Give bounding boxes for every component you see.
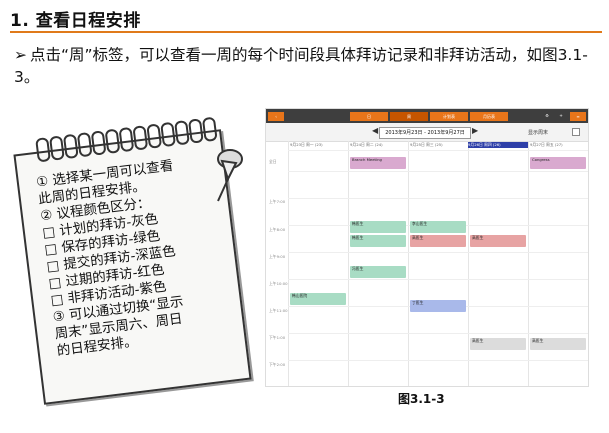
prev-week-icon[interactable]: ◀ xyxy=(372,126,378,135)
settings-icon[interactable]: ⚙ xyxy=(542,112,552,120)
time-label: 上午8:00 xyxy=(269,227,286,232)
menu-button[interactable]: ≡ xyxy=(570,112,586,121)
time-label: 下午1:00 xyxy=(269,335,286,340)
date-range-picker[interactable]: 2013年9月23日 - 2013年9月27日 xyxy=(379,127,471,139)
event-block[interactable]: 高医生 xyxy=(470,235,526,247)
tab-week[interactable]: 周 xyxy=(390,112,428,121)
day-header-today: 9月26日 周四 (26) xyxy=(468,142,528,148)
instruction-text: 点击“周”标签，可以查看一周的每个时间段具体拜访记录和非拜访活动，如图3.1-3… xyxy=(14,46,588,86)
week-grid: 9月23日 周一 (23) 9月24日 周二 (24) 9月25日 周三 (25… xyxy=(266,141,588,386)
figure-caption: 图3.1-3 xyxy=(398,392,445,406)
time-label: 下午2:00 xyxy=(269,362,286,367)
calendar-screenshot: ‹ 日 周 计划表 月历表 ⚙ + ≡ ◀ 2013年9月23日 - 2013年… xyxy=(265,108,589,387)
back-button[interactable]: ‹ xyxy=(268,112,284,121)
show-weekend-checkbox[interactable] xyxy=(572,128,580,136)
time-label: 上午9:00 xyxy=(269,254,286,259)
event-block[interactable]: 高医生 xyxy=(470,338,526,350)
day-header: 9月27日 周五 (27) xyxy=(530,142,563,147)
day-header: 9月24日 周二 (24) xyxy=(350,142,383,147)
tab-plan[interactable]: 计划表 xyxy=(430,112,468,121)
event-block[interactable]: 韩山医院 xyxy=(290,293,346,305)
event-block[interactable]: 韩医生 xyxy=(350,235,406,247)
week-navbar: ◀ 2013年9月23日 - 2013年9月27日 ▶ 显示周末 xyxy=(266,123,588,142)
tab-month[interactable]: 月历表 xyxy=(470,112,508,121)
tab-day[interactable]: 日 xyxy=(350,112,388,121)
add-icon[interactable]: + xyxy=(556,112,566,120)
heading-underline xyxy=(10,31,602,33)
event-block[interactable]: Congress xyxy=(530,157,586,169)
show-weekend-label: 显示周末 xyxy=(528,130,549,136)
day-header: 9月23日 周一 (23) xyxy=(290,142,323,147)
event-block[interactable]: 冯医生 xyxy=(350,266,406,278)
arrow-bullet-icon: ➢ xyxy=(14,46,27,64)
time-label: 上午11:00 xyxy=(269,308,288,313)
section-heading: 1. 查看日程安排 xyxy=(10,11,141,31)
notepad-illustration: ① 选择某一周可以查看 此周的日程安排。 ② 议程颜色区分： □ 计划的拜访-灰… xyxy=(13,116,252,405)
day-header: 9月25日 周三 (25) xyxy=(410,142,443,147)
event-block[interactable]: Branch Meeting xyxy=(350,157,406,169)
time-label: 上午7:00 xyxy=(269,199,286,204)
time-label: 上午10:00 xyxy=(269,281,288,286)
event-block[interactable]: 高医生 xyxy=(530,338,586,350)
event-block[interactable]: 高医生 xyxy=(410,235,466,247)
event-block[interactable]: 李山医生 xyxy=(410,221,466,233)
notepad-text: ① 选择某一周可以查看 此周的日程安排。 ② 议程颜色区分： □ 计划的拜访-灰… xyxy=(35,153,236,361)
event-block[interactable]: 韩医生 xyxy=(350,221,406,233)
instruction-paragraph: ➢ 点击“周”标签，可以查看一周的每个时间段具体拜访记录和非拜访活动，如图3.1-… xyxy=(14,44,599,88)
app-topbar: ‹ 日 周 计划表 月历表 ⚙ + ≡ xyxy=(266,109,588,123)
event-block[interactable]: 丁医生 xyxy=(410,300,466,312)
next-week-icon[interactable]: ▶ xyxy=(472,126,478,135)
time-label: 全日 xyxy=(269,159,277,164)
